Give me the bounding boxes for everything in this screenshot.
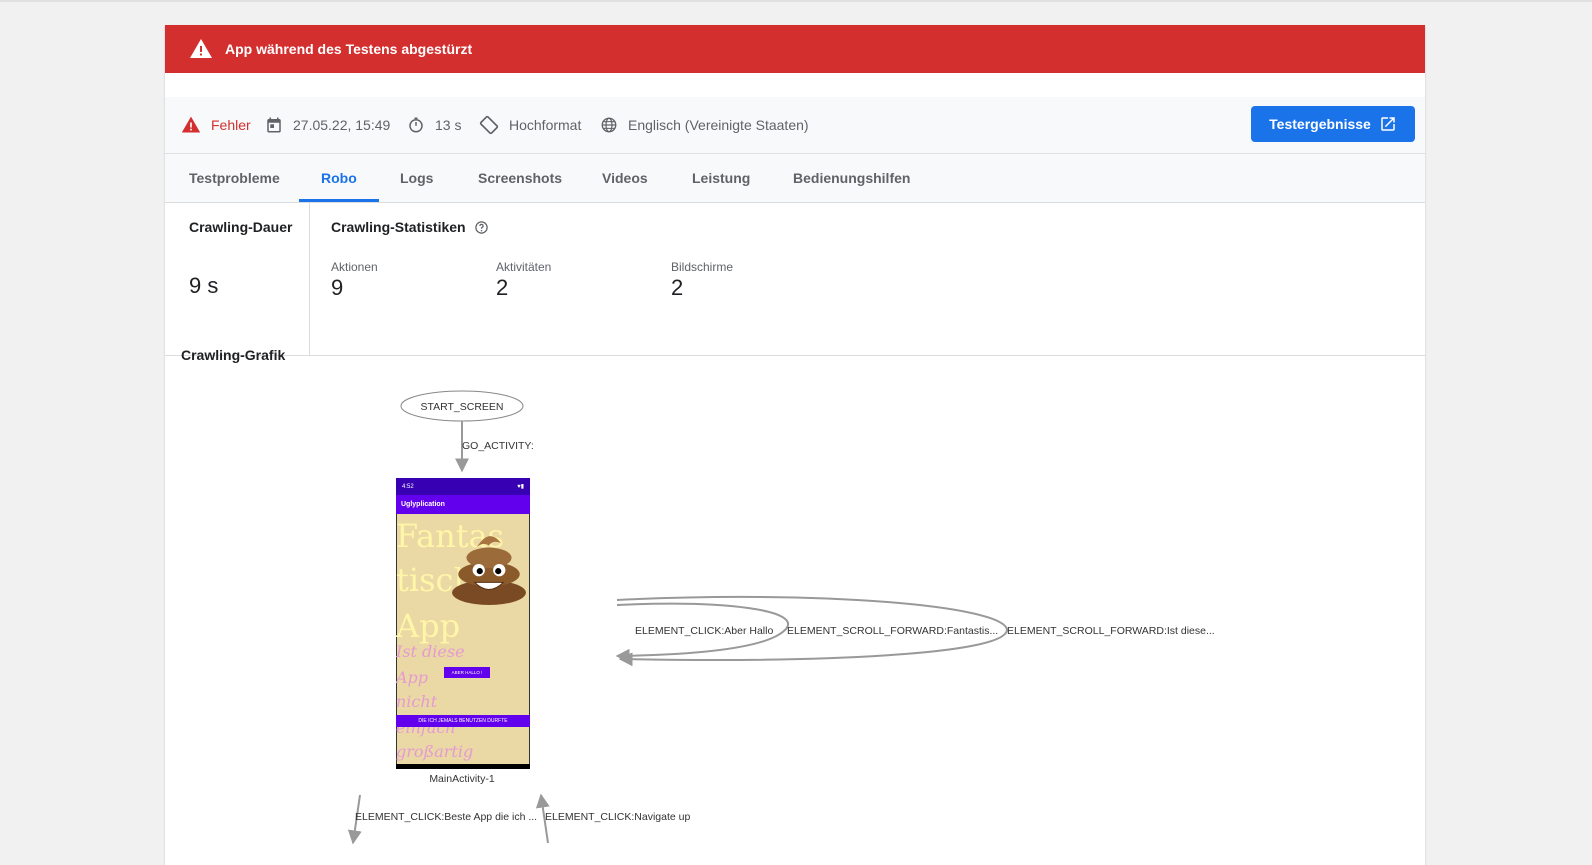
phone-battery-icon: ♥▮ [517, 484, 524, 490]
main-activity-label: MainActivity-1 [429, 773, 495, 785]
go-activity-label: GO_ACTIVITY: [462, 440, 534, 452]
outgoing-edge-label: ELEMENT_CLICK:Beste App die ich ... [355, 811, 537, 823]
phone-small-text-3: nicht [396, 692, 438, 711]
loop-label-1: ELEMENT_CLICK:Aber Hallo [635, 625, 773, 637]
phone-small-text-5: großartig [396, 742, 474, 761]
top-border [0, 0, 1592, 2]
test-result-card: App während des Testens abgestürzt Fehle… [165, 25, 1425, 865]
crawl-graph: START_SCREEN GO_ACTIVITY: ELEMENT_CLICK:… [347, 390, 1215, 845]
phone-small-text-2: App [396, 668, 429, 687]
start-screen-label: START_SCREEN [420, 401, 503, 413]
phone-big-text-3: App [396, 607, 461, 645]
phone-wide-button: DIE ICH JEMALS BENUTZEN DURFTE [396, 715, 530, 727]
phone-small-text-1: Ist diese [396, 642, 465, 661]
phone-app-bar: Uglyplication [396, 495, 530, 514]
phone-nav-bar [396, 764, 530, 769]
phone-status-bar: 4:52 ♥▮ [396, 478, 530, 495]
poop-emoji-icon [452, 536, 526, 605]
phone-time: 4:52 [402, 483, 414, 490]
screen-thumbnail[interactable]: 4:52 ♥▮ Uglyplication Fantas tisch App I… [396, 478, 530, 769]
incoming-edge-label: ELEMENT_CLICK:Navigate up [545, 811, 690, 823]
loop-label-2: ELEMENT_SCROLL_FORWARD:Fantastis... [787, 625, 998, 637]
phone-app-title: Uglyplication [401, 501, 445, 508]
phone-aber-hallo-button: ABER HALLO ! [444, 667, 490, 678]
loop-label-3: ELEMENT_SCROLL_FORWARD:Ist diese... [1007, 625, 1215, 637]
